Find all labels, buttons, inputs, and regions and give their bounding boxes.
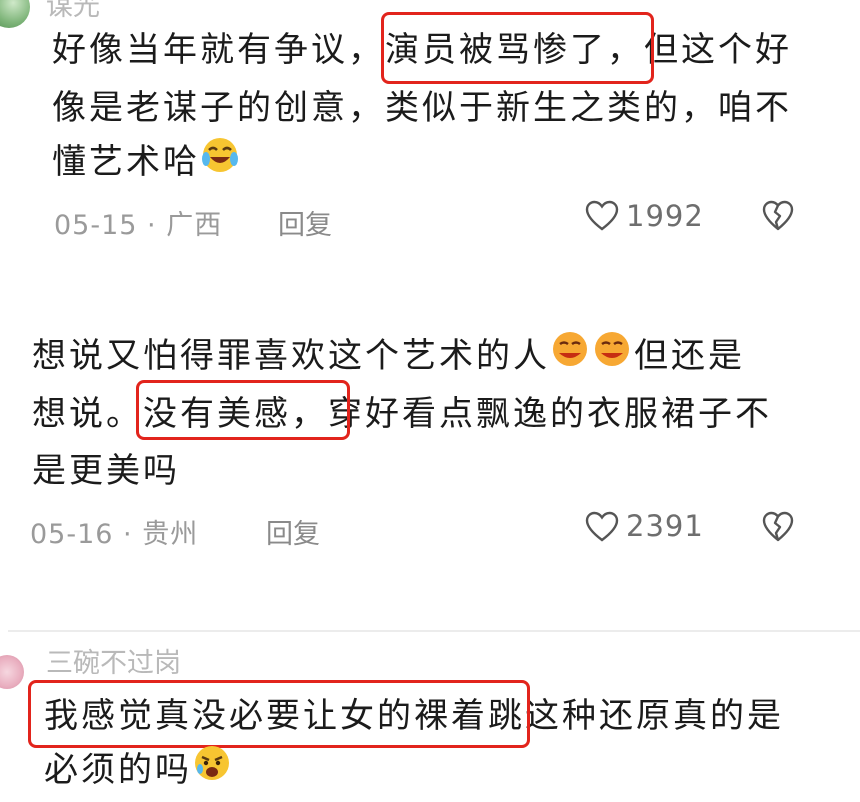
comment-text-segment: 好像当年就有争议， <box>52 30 385 70</box>
comment-text-line: 好像当年就有争议，演员被骂惨了，但这个好 <box>52 22 792 78</box>
like-count: 1992 <box>626 199 704 233</box>
comment-text-segment: 穿好看点飘逸的衣服裙子不 <box>328 394 772 434</box>
comment-text-line: 我感觉真没必要让女的裸着跳这种还原真的是 <box>44 688 784 744</box>
comment-meta: 05-15 · 广西 <box>54 210 223 241</box>
grinning-face-emoji <box>550 329 634 386</box>
divider <box>8 630 860 632</box>
comment-text-line: 是更美吗 <box>32 451 180 491</box>
broken-heart-icon <box>762 200 794 231</box>
heart-icon <box>585 511 619 542</box>
dislike-button[interactable] <box>762 200 794 236</box>
comment-text-segment: 想说又怕得罪喜欢这个艺术的人 <box>32 336 550 376</box>
like-button[interactable] <box>585 511 619 547</box>
highlighted-text: 没有美感， <box>143 394 328 434</box>
comment-text-line: 想说又怕得罪喜欢这个艺术的人 但还是 <box>32 328 745 386</box>
comment-location: 贵州 <box>142 519 199 550</box>
comment-location: 广西 <box>166 210 223 241</box>
reply-button[interactable]: 回复 <box>278 203 332 242</box>
comment-text-line: 想说。没有美感，穿好看点飘逸的衣服裙子不 <box>32 386 772 442</box>
comment-text-line: 懂艺术哈 <box>52 134 240 192</box>
highlighted-text: 演员被骂惨了， <box>385 30 644 70</box>
comment-date: 05-16 <box>30 519 114 550</box>
avatar[interactable] <box>0 0 30 28</box>
like-count: 2391 <box>626 509 704 543</box>
reply-button[interactable]: 回复 <box>266 512 320 551</box>
comment-text-segment: 但还是 <box>634 336 745 376</box>
comment-text-segment: 必须的吗 <box>44 750 192 790</box>
heart-icon <box>585 200 619 231</box>
username[interactable]: 谋光 <box>46 0 100 23</box>
like-button[interactable] <box>585 200 619 236</box>
comment-text-segment: 这种还原真的是 <box>525 696 784 736</box>
comment-text-segment: 懂艺术哈 <box>52 142 200 182</box>
broken-heart-icon <box>762 511 794 542</box>
anguished-face-emoji <box>192 743 232 800</box>
username[interactable]: 三碗不过岗 <box>46 641 181 680</box>
laughing-tears-emoji <box>200 135 240 192</box>
comment-text-line: 像是老谋子的创意，类似于新生之类的，咱不 <box>52 88 792 128</box>
comment-date: 05-15 <box>54 210 138 241</box>
comment-text-line: 必须的吗 <box>44 742 232 800</box>
avatar[interactable] <box>0 655 24 689</box>
highlighted-text: 我感觉真没必要让女的裸着跳 <box>44 696 525 736</box>
comment-text-segment: 但这个好 <box>644 30 792 70</box>
comment-text-segment: 想说。 <box>32 394 143 434</box>
dislike-button[interactable] <box>762 511 794 547</box>
comment-meta: 05-16 · 贵州 <box>30 519 199 550</box>
